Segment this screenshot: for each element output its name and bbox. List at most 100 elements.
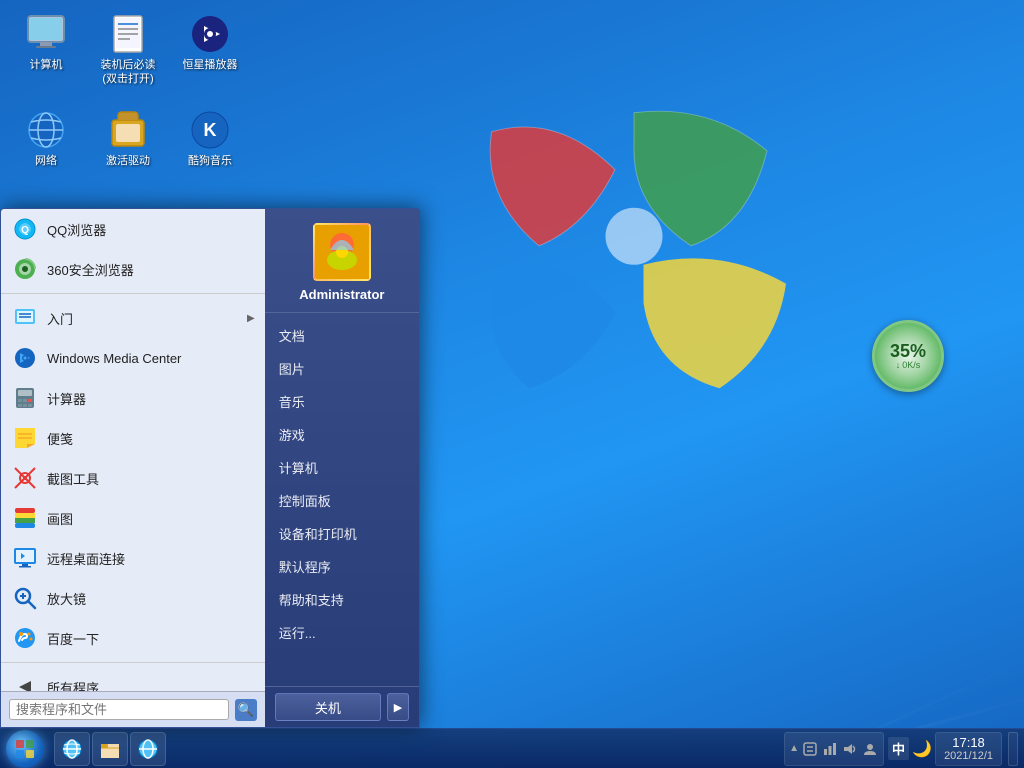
start-item-360-browser[interactable]: 360安全浏览器 [1, 249, 265, 289]
wmc-icon [11, 344, 39, 372]
start-item-snipping[interactable]: 截图工具 [1, 458, 265, 498]
start-item-baidu[interactable]: 百度一下 [1, 618, 265, 658]
ime-indicator[interactable]: 中 [888, 737, 909, 760]
start-right-run[interactable]: 运行... [265, 616, 419, 649]
start-menu-right: Administrator 文档 图片 音乐 游戏 计算机 [265, 209, 419, 727]
net-speed: ↓ 0K/s [896, 360, 921, 370]
taskbar-btn-ie2[interactable] [130, 732, 166, 766]
shutdown-arrow-button[interactable]: ▶ [387, 693, 409, 721]
start-right-games[interactable]: 游戏 [265, 418, 419, 451]
documents-label: 文档 [279, 326, 305, 345]
user-section: Administrator [265, 209, 419, 313]
start-right-computer[interactable]: 计算机 [265, 451, 419, 484]
svg-text:Q: Q [21, 225, 29, 236]
start-item-magnifier[interactable]: 放大镜 [1, 578, 265, 618]
start-item-qq-browser[interactable]: Q QQ浏览器 [1, 209, 265, 249]
taskbar-btn-ie[interactable] [54, 732, 90, 766]
tray-expand-arrow[interactable]: ▲ [789, 743, 799, 754]
games-label: 游戏 [279, 425, 305, 444]
start-right-music[interactable]: 音乐 [265, 385, 419, 418]
start-menu: Q QQ浏览器 360安全浏览器 入门 [0, 208, 420, 728]
clock-date: 2021/12/1 [944, 750, 993, 762]
windows-flag-logo [444, 50, 824, 470]
taskbar-right: ▲ 中 🌙 [784, 732, 1024, 766]
start-button[interactable] [0, 729, 50, 768]
intro-icon [11, 304, 39, 332]
desktop-icon-network[interactable]: 网络 [10, 106, 82, 172]
speed-arrow-icon: ↓ [896, 360, 901, 370]
desktop-icon-computer[interactable]: 计算机 [10, 10, 82, 91]
desktop-icon-row-2: 网络 激活驱动 K 酷狗音乐 [10, 106, 246, 172]
all-programs-label: 所有程序 [47, 678, 255, 692]
start-item-paint[interactable]: 画图 [1, 498, 265, 538]
desktop-icon-hengxing[interactable]: 恒星播放器 [174, 10, 246, 91]
snipping-icon [11, 464, 39, 492]
start-item-calculator[interactable]: 计算器 [1, 378, 265, 418]
setup-icon-label: 装机后必读(双击打开) [96, 58, 160, 87]
start-right-control-panel[interactable]: 控制面板 [265, 484, 419, 517]
setup-icon [108, 14, 148, 54]
snipping-label: 截图工具 [47, 469, 255, 488]
desktop-icons-area: 计算机 装机后必读(双击打开) 恒星播放器 网络 [10, 10, 246, 172]
network-speed-widget[interactable]: 35% ↓ 0K/s [872, 320, 944, 392]
tray-icon-network[interactable] [821, 740, 839, 758]
start-search-button[interactable]: 🔍 [235, 699, 257, 721]
devices-printers-label: 设备和打印机 [279, 524, 357, 543]
taskbar-programs [50, 732, 170, 766]
baidu-icon [11, 624, 39, 652]
calculator-label: 计算器 [47, 389, 255, 408]
calculator-icon [11, 384, 39, 412]
start-item-remote-desktop[interactable]: 远程桌面连接 [1, 538, 265, 578]
wmc-label: Windows Media Center [47, 351, 255, 366]
tray-icon-user[interactable] [861, 740, 879, 758]
computer-icon [26, 14, 66, 54]
svg-text:K: K [204, 120, 217, 140]
start-right-pictures[interactable]: 图片 [265, 352, 419, 385]
magnifier-icon [11, 584, 39, 612]
all-programs-icon [11, 673, 39, 691]
cpu-percent: 35% [890, 342, 926, 360]
tray-moon-icon[interactable]: 🌙 [913, 740, 931, 758]
control-panel-label: 控制面板 [279, 491, 331, 510]
show-desktop-button[interactable] [1008, 732, 1018, 766]
tray-icon-action-center[interactable] [801, 740, 819, 758]
start-separator-1 [1, 293, 265, 294]
start-search-input[interactable] [9, 699, 229, 720]
desktop-icon-activate[interactable]: 激活驱动 [92, 106, 164, 172]
hengxing-icon [190, 14, 230, 54]
paint-label: 画图 [47, 509, 255, 528]
desktop-icon-row-1: 计算机 装机后必读(双击打开) 恒星播放器 [10, 10, 246, 91]
start-right-default-programs[interactable]: 默认程序 [265, 550, 419, 583]
user-avatar[interactable] [313, 223, 371, 281]
magnifier-label: 放大镜 [47, 589, 255, 608]
baidu-label: 百度一下 [47, 629, 255, 648]
start-item-sticky-notes[interactable]: 便笺 [1, 418, 265, 458]
start-separator-2 [1, 662, 265, 663]
taskbar-btn-explorer[interactable] [92, 732, 128, 766]
start-right-documents[interactable]: 文档 [265, 319, 419, 352]
desktop-icon-kugou[interactable]: K 酷狗音乐 [174, 106, 246, 172]
shutdown-button[interactable]: 关机 [275, 693, 381, 721]
desktop: 计算机 装机后必读(双击打开) 恒星播放器 网络 [0, 0, 1024, 768]
sticky-notes-label: 便笺 [47, 429, 255, 448]
start-menu-left: Q QQ浏览器 360安全浏览器 入门 [1, 209, 265, 727]
pictures-label: 图片 [279, 359, 305, 378]
start-orb [6, 730, 44, 768]
clock-time: 17:18 [952, 735, 985, 750]
network-icon [26, 110, 66, 150]
start-right-devices-printers[interactable]: 设备和打印机 [265, 517, 419, 550]
desktop-icon-setup[interactable]: 装机后必读(双击打开) [92, 10, 164, 91]
clock-area[interactable]: 17:18 2021/12/1 [935, 732, 1002, 766]
hengxing-icon-label: 恒星播放器 [183, 58, 238, 72]
tray-icon-sound[interactable] [841, 740, 859, 758]
help-support-label: 帮助和支持 [279, 590, 344, 609]
start-shutdown-area: 关机 ▶ [265, 686, 419, 727]
speed-value: 0K/s [902, 360, 920, 370]
start-right-help-support[interactable]: 帮助和支持 [265, 583, 419, 616]
start-item-intro[interactable]: 入门 ▶ [1, 298, 265, 338]
run-label: 运行... [279, 623, 316, 642]
start-item-all-programs[interactable]: 所有程序 [1, 667, 265, 691]
paint-icon [11, 504, 39, 532]
network-icon-label: 网络 [35, 154, 57, 168]
start-item-wmc[interactable]: Windows Media Center [1, 338, 265, 378]
